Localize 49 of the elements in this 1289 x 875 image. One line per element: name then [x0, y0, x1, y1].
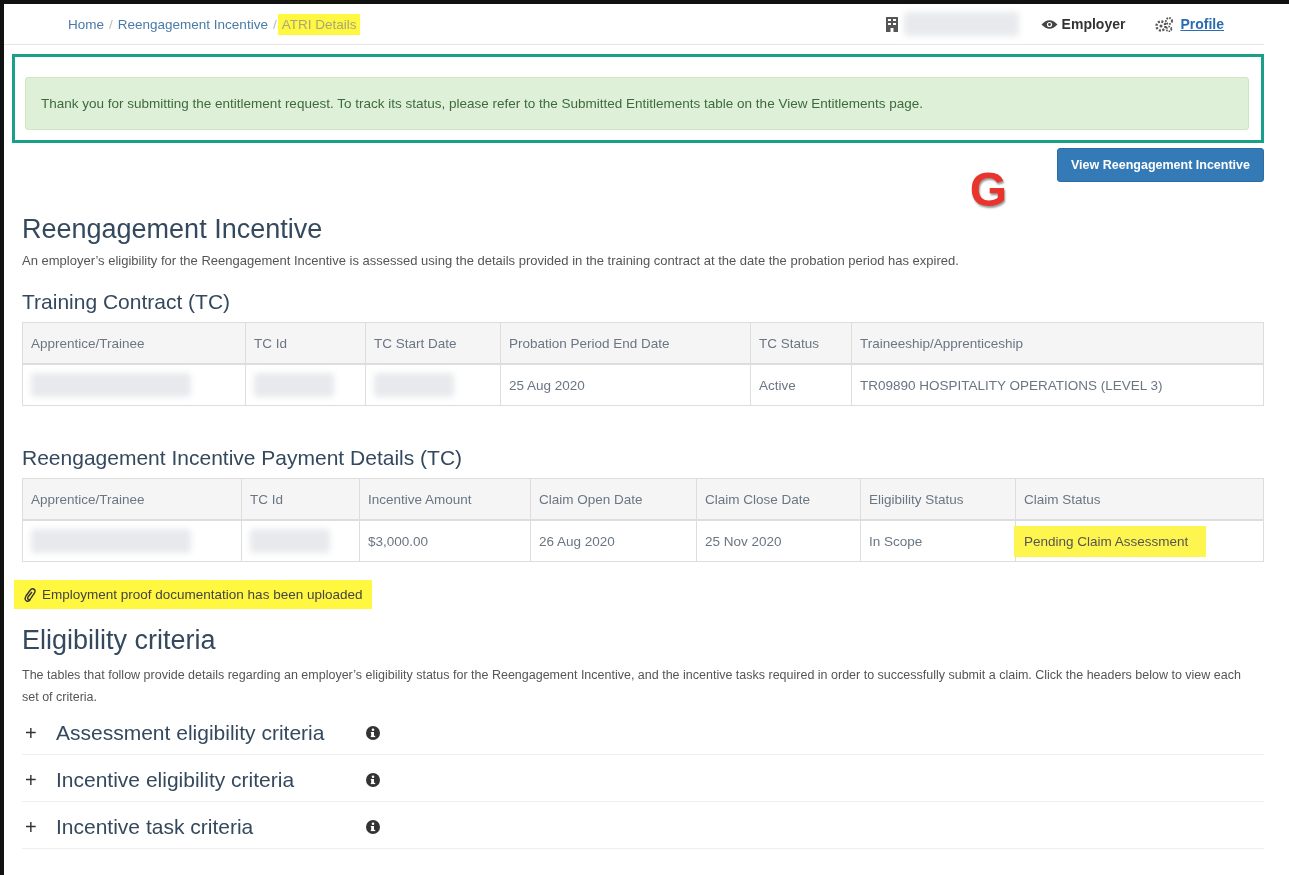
table-cell: 25 Aug 2020 — [500, 364, 751, 406]
column-header: TC Id — [241, 478, 360, 520]
column-header: Probation Period End Date — [500, 322, 751, 364]
breadcrumb-link[interactable]: Home — [64, 13, 108, 35]
column-header: Claim Open Date — [530, 478, 697, 520]
expand-toggle[interactable]: + — [22, 768, 56, 792]
accordion-header[interactable]: Incentive eligibility criteria — [56, 768, 360, 792]
paperclip-icon — [24, 587, 36, 602]
breadcrumb-separator: / — [272, 16, 277, 32]
column-header: Eligibility Status — [860, 478, 1016, 520]
view-incentive-button[interactable]: View Reengagement Incentive — [1057, 148, 1264, 182]
breadcrumb-separator: / — [109, 16, 113, 32]
column-header: Incentive Amount — [359, 478, 531, 520]
info-icon — [366, 820, 380, 834]
column-header: TC Start Date — [365, 322, 501, 364]
expand-toggle[interactable]: + — [22, 815, 56, 839]
column-header: TC Id — [245, 322, 366, 364]
section-title: Eligibility criteria — [22, 625, 217, 656]
section-heading: Training Contract (TC) — [22, 290, 232, 314]
table-cell: Pending Claim Assessment — [1015, 520, 1264, 562]
profile-link[interactable]: Profile — [1180, 16, 1224, 32]
breadcrumb-link[interactable]: Reengagement Incentive — [113, 13, 272, 35]
building-icon — [885, 16, 898, 32]
accordion-header[interactable]: Assessment eligibility criteria — [56, 721, 360, 745]
accordion-header[interactable]: Incentive task criteria — [56, 815, 360, 839]
column-header: Apprentice/Trainee — [22, 322, 246, 364]
table-cell: $3,000.00 — [359, 520, 531, 562]
column-header: Apprentice/Trainee — [22, 478, 242, 520]
table-cell: TR09890 HOSPITALITY OPERATIONS (LEVEL 3) — [851, 364, 1264, 406]
column-header: Claim Status — [1015, 478, 1264, 520]
success-alert: Thank you for submitting the entitlement request. To track its status, please refer to the Submitted Entitlements table on the View Entitlements page. — [25, 77, 1249, 130]
table-cell: Active — [750, 364, 852, 406]
section-heading: Reengagement Incentive Payment Details (TC) — [22, 446, 464, 470]
table-cell: 25 Nov 2020 — [696, 520, 861, 562]
table-cell: 26 Aug 2020 — [530, 520, 697, 562]
breadcrumb-current: ATRI Details — [277, 13, 361, 35]
column-header: Traineeship/Apprenticeship — [851, 322, 1264, 364]
upload-notice-text: Employment proof documentation has been uploaded — [42, 587, 363, 602]
page-title: Reengagement Incentive — [22, 214, 324, 245]
annotation-letter: G — [969, 166, 1007, 214]
criteria-description: The tables that follow provide details regarding an employer’s eligibility status for the Reengagement Incentive, and the incentive tasks required in order to successfully submit a claim. Click the headers below to view each set of criteria. — [22, 667, 1242, 706]
eye-icon — [1040, 18, 1058, 30]
role-label: Employer — [1061, 16, 1126, 32]
column-header: TC Status — [750, 322, 852, 364]
intro-text: An employer’s eligibility for the Reengagement Incentive is assessed using the details provided in the training contract at the date the probation period has expired. — [22, 253, 960, 268]
info-icon — [366, 726, 380, 740]
info-icon — [366, 773, 380, 787]
expand-toggle[interactable]: + — [22, 721, 56, 745]
column-header: Claim Close Date — [696, 478, 861, 520]
